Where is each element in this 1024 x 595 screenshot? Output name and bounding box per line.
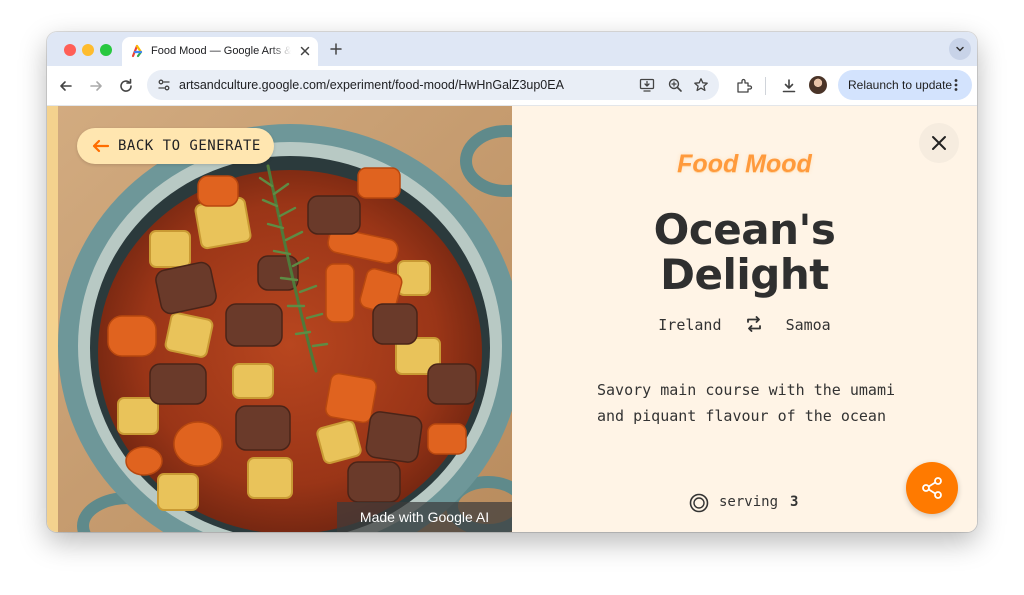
zoom-icon[interactable] [667,77,683,93]
back-arrow-icon[interactable] [57,77,75,95]
tab-strip: Food Mood — Google Arts & Culture [47,32,977,66]
window-close-button[interactable] [64,44,76,56]
bookmark-star-icon[interactable] [693,77,709,93]
download-icon[interactable] [780,77,798,95]
chevron-down-icon [956,46,964,52]
profile-avatar[interactable] [809,76,827,94]
food-mood-logo: Food Mood [677,150,812,178]
page-content: BACK TO GENERATE Made with Google AI Foo… [47,106,977,532]
tab-title: Food Mood — Google Arts & Culture [151,45,291,57]
serving-count: 3 [790,494,799,510]
url-text[interactable]: artsandculture.google.com/experiment/foo… [179,78,564,92]
swap-icon [746,316,761,332]
image-credit-badge: Made with Google AI [337,502,512,532]
reload-icon[interactable] [117,77,135,95]
recipe-panel: Food Mood Ocean's Delight Ireland Samoa … [512,106,977,532]
country-a: Ireland [658,316,722,334]
new-tab-plus-icon[interactable] [328,41,344,57]
window-zoom-button[interactable] [100,44,112,56]
dish-title-line-2: Delight [660,250,829,299]
share-button[interactable] [906,462,958,514]
dish-image [58,106,512,532]
back-arrow-icon [92,139,110,153]
active-tab[interactable]: Food Mood — Google Arts & Culture [122,37,318,66]
window-minimize-button[interactable] [82,44,94,56]
tab-search-button[interactable] [949,38,971,60]
dish-title-line-1: Ocean's [653,205,836,254]
stew-pot-illustration [58,106,512,532]
toolbar-divider [765,77,766,95]
serving-icon [689,493,709,513]
dish-description: Savory main course with the umami and pi… [597,381,896,425]
browser-window: Food Mood — Google Arts & Culture [47,32,977,532]
back-to-generate-button[interactable]: BACK TO GENERATE [77,128,274,164]
extensions-icon[interactable] [735,77,753,95]
relaunch-label: Relaunch to update [848,78,953,92]
tab-close-icon[interactable] [297,43,313,59]
serving-label: serving [719,494,779,510]
install-app-icon[interactable] [639,77,655,93]
country-pair: Ireland Samoa [512,316,977,334]
browser-toolbar: artsandculture.google.com/experiment/foo… [47,66,977,106]
country-b: Samoa [785,316,831,334]
more-menu-icon[interactable] [948,77,964,93]
dish-title: Ocean's Delight [512,207,977,297]
share-icon [922,477,942,499]
relaunch-button[interactable]: Relaunch to update [838,70,972,100]
forward-arrow-icon[interactable] [87,77,105,95]
arts-culture-favicon-icon [131,44,143,58]
decorative-strip [47,106,58,532]
back-button-label: BACK TO GENERATE [118,138,261,154]
address-bar[interactable]: artsandculture.google.com/experiment/foo… [147,70,719,100]
site-info-icon[interactable] [157,78,171,92]
